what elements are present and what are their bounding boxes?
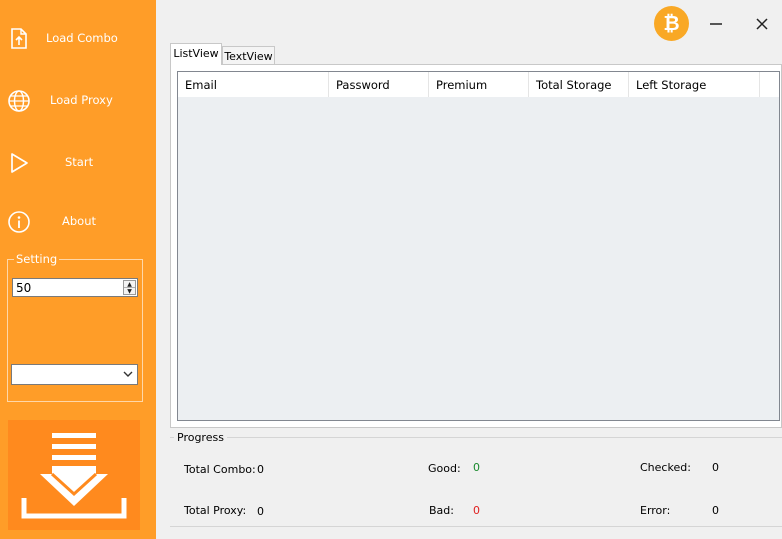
start-label: Start [65, 155, 94, 169]
play-icon [11, 153, 28, 173]
column-header-left-storage[interactable]: Left Storage [629, 72, 760, 97]
good-value: 0 [473, 461, 480, 474]
spin-up-icon[interactable]: ▲ [124, 281, 135, 288]
threads-spinner[interactable]: ▲ ▼ [123, 280, 136, 295]
info-icon [8, 211, 30, 233]
setting-group: Setting 50 ▲ ▼ [7, 252, 143, 402]
load-proxy-label: Load Proxy [50, 93, 113, 107]
setting-legend: Setting [14, 252, 60, 266]
spin-down-icon[interactable]: ▼ [124, 288, 135, 295]
checked-label: Checked: [640, 461, 691, 474]
start-button[interactable]: Start [0, 142, 156, 182]
column-left-storage-label: Left Storage [636, 78, 707, 92]
column-password-label: Password [336, 78, 390, 92]
tab-listview-label: ListView [173, 47, 219, 60]
load-combo-label: Load Combo [46, 31, 118, 45]
column-header-total-storage[interactable]: Total Storage [529, 72, 629, 97]
download-tile [8, 420, 140, 530]
close-icon[interactable] [750, 12, 774, 36]
listview-header: Email Password Premium Total Storage Lef… [178, 72, 779, 97]
checked-value: 0 [712, 461, 719, 474]
download-icon [21, 433, 127, 519]
bitcoin-glyph: ₿ [663, 11, 680, 35]
tab-textview[interactable]: TextView [222, 46, 275, 66]
tab-listview[interactable]: ListView [170, 43, 222, 65]
file-upload-icon [11, 28, 27, 49]
column-premium-label: Premium [436, 78, 488, 92]
bitcoin-icon: ₿ [654, 6, 689, 41]
load-proxy-button[interactable]: Load Proxy [0, 80, 156, 120]
progress-legend: Progress [174, 431, 227, 444]
total-combo-label: Total Combo: [184, 463, 256, 476]
about-button[interactable]: About [0, 201, 156, 241]
bad-value: 0 [473, 504, 480, 517]
total-combo-value: 0 [257, 463, 264, 476]
good-label: Good: [428, 462, 461, 475]
progress-group: Progress Total Combo: 0 Total Proxy: 0 G… [170, 431, 782, 527]
results-listview[interactable]: Email Password Premium Total Storage Lef… [177, 71, 780, 421]
about-label: About [62, 214, 97, 228]
total-proxy-label: Total Proxy: [184, 504, 247, 517]
threads-value: 50 [16, 281, 32, 295]
setting-dropdown[interactable] [11, 364, 138, 385]
load-combo-button[interactable]: Load Combo [0, 18, 156, 58]
bad-label: Bad: [429, 504, 454, 517]
sidebar: Load Combo Load Proxy Start About Settin… [0, 0, 156, 539]
column-header-email[interactable]: Email [178, 72, 329, 97]
column-header-premium[interactable]: Premium [429, 72, 529, 97]
column-email-label: Email [185, 78, 217, 92]
tab-textview-label: TextView [224, 50, 273, 63]
column-header-password[interactable]: Password [329, 72, 429, 97]
error-label: Error: [640, 504, 671, 517]
total-proxy-value: 0 [257, 505, 264, 518]
chevron-down-icon [123, 371, 133, 377]
minimize-icon[interactable] [704, 12, 728, 36]
error-value: 0 [712, 504, 719, 517]
globe-icon [8, 90, 30, 112]
column-total-storage-label: Total Storage [536, 78, 612, 92]
threads-numeric-input[interactable]: 50 ▲ ▼ [12, 278, 138, 297]
tab-panel: Email Password Premium Total Storage Lef… [170, 64, 782, 428]
